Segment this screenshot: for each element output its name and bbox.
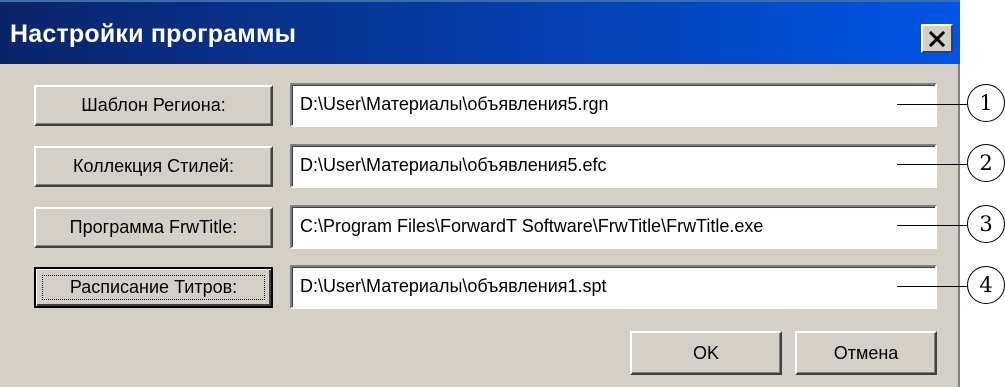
callout-2: 2 [967,144,1005,182]
callout-4: 4 [967,266,1005,304]
frwtitle-program-value: C:\Program Files\ForwardT Software\FrwTi… [300,216,764,236]
callout-line-4 [897,286,968,287]
frwtitle-program-button-label: Программа FrwTitle: [69,217,238,237]
style-collection-button-label: Коллекция Стилей: [73,156,234,176]
settings-dialog: Настройки программы Шаблон Региона: D:\U… [0,0,960,387]
region-template-field[interactable]: D:\User\Материалы\объявления5.rgn [290,83,937,127]
titles-schedule-button[interactable]: Расписание Титров: [34,267,273,308]
callout-1: 1 [967,84,1005,122]
titles-schedule-field[interactable]: D:\User\Материалы\объявления1.spt [290,265,937,309]
style-collection-value: D:\User\Материалы\объявления5.efc [300,155,607,175]
dialog-title: Настройки программы [10,20,297,48]
close-icon [929,30,945,47]
title-bar[interactable]: Настройки программы [0,0,960,64]
callout-3: 3 [967,205,1005,243]
frwtitle-program-button[interactable]: Программа FrwTitle: [34,207,273,248]
region-template-value: D:\User\Материалы\объявления5.rgn [300,94,609,114]
frwtitle-program-field[interactable]: C:\Program Files\ForwardT Software\FrwTi… [290,205,937,249]
region-template-button[interactable]: Шаблон Региона: [34,85,273,126]
cancel-button[interactable]: Отмена [795,331,937,375]
ok-button-label: OK [692,342,719,363]
callout-line-3 [897,225,968,226]
close-button[interactable] [921,24,953,53]
callout-line-2 [897,164,968,165]
style-collection-button[interactable]: Коллекция Стилей: [34,146,273,187]
cancel-button-label: Отмена [833,342,899,363]
ok-button[interactable]: OK [630,331,782,375]
titles-schedule-value: D:\User\Материалы\объявления1.spt [300,276,607,296]
style-collection-field[interactable]: D:\User\Материалы\объявления5.efc [290,144,937,188]
titles-schedule-button-label: Расписание Титров: [69,277,238,297]
callout-line-1 [897,104,968,105]
region-template-button-label: Шаблон Региона: [81,95,226,115]
